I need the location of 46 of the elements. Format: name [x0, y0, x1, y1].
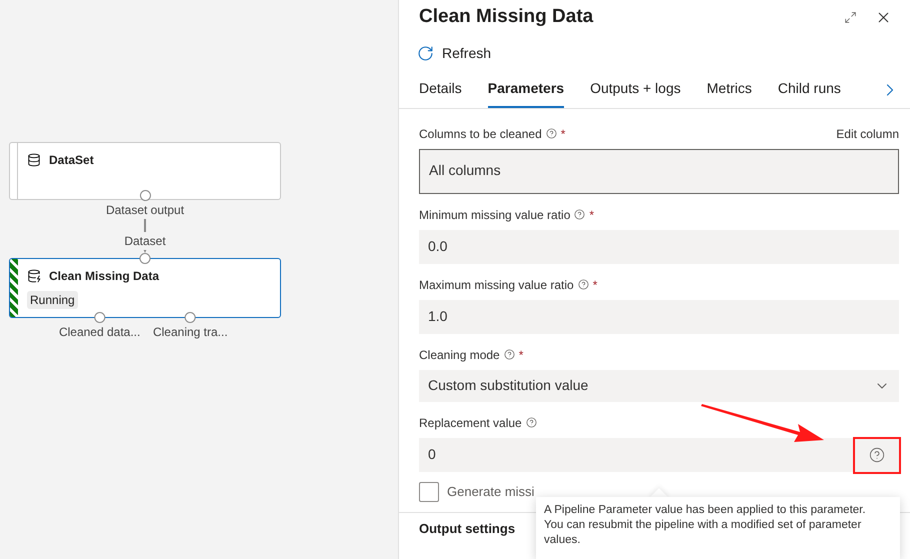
help-icon[interactable] — [869, 447, 885, 463]
columns-field[interactable]: All columns — [419, 148, 899, 194]
tab[interactable]: Parameters — [488, 72, 564, 108]
help-icon[interactable] — [504, 349, 515, 360]
refresh-icon — [417, 44, 434, 62]
node-title: DataSet — [49, 152, 94, 169]
required-mark: * — [518, 346, 524, 364]
dropdown[interactable]: Custom substitution value — [419, 370, 899, 402]
module-node[interactable]: DataSet — [9, 142, 281, 200]
database-icon — [27, 269, 41, 283]
panel-title: Clean Missing Data — [419, 5, 594, 29]
tab[interactable]: Metrics — [706, 72, 752, 108]
required-mark: * — [589, 206, 594, 224]
help-icon[interactable] — [526, 417, 537, 428]
status-badge: Running — [27, 291, 78, 309]
edit-column-link[interactable]: Edit column — [836, 124, 899, 142]
port-handle[interactable] — [140, 253, 150, 264]
input-field[interactable]: 0 — [419, 438, 899, 472]
field-label: Maximum missing value ratio — [419, 276, 574, 294]
module-node[interactable]: Clean Missing Data Running — [9, 258, 281, 318]
tab[interactable]: Details — [419, 72, 462, 108]
port-handle[interactable] — [184, 312, 196, 323]
port-label: Dataset output — [104, 201, 186, 219]
tab[interactable]: Child runs — [778, 72, 841, 108]
input-field[interactable]: 0.0 — [419, 230, 899, 264]
help-icon[interactable] — [574, 209, 586, 220]
field-label: Replacement value — [419, 414, 522, 432]
field-label: Columns to be cleaned — [419, 126, 542, 142]
section-heading: Output settings — [419, 520, 516, 536]
node-title: Clean Missing Data — [49, 268, 160, 285]
checkbox-label: Generate missi — [447, 482, 534, 501]
port-label: Dataset — [122, 232, 168, 250]
tooltip: A Pipeline Parameter value has been applied to this parameter. You can resubmit the pipeline with a modified set of parameter values. — [536, 497, 900, 559]
help-icon[interactable] — [546, 128, 557, 139]
tab[interactable]: Outputs + logs — [590, 72, 681, 108]
required-mark: * — [592, 276, 598, 294]
checkbox[interactable] — [419, 482, 439, 502]
database-icon — [27, 153, 41, 167]
help-icon[interactable] — [578, 279, 589, 290]
field-label: Cleaning mode — [419, 346, 500, 364]
field-label: Minimum missing value ratio — [419, 206, 570, 224]
expand-icon[interactable] — [844, 10, 857, 24]
input-field[interactable]: 1.0 — [419, 300, 899, 334]
refresh-button[interactable]: Refresh — [417, 42, 492, 64]
port-handle[interactable] — [94, 312, 106, 323]
required-mark: * — [560, 126, 566, 142]
